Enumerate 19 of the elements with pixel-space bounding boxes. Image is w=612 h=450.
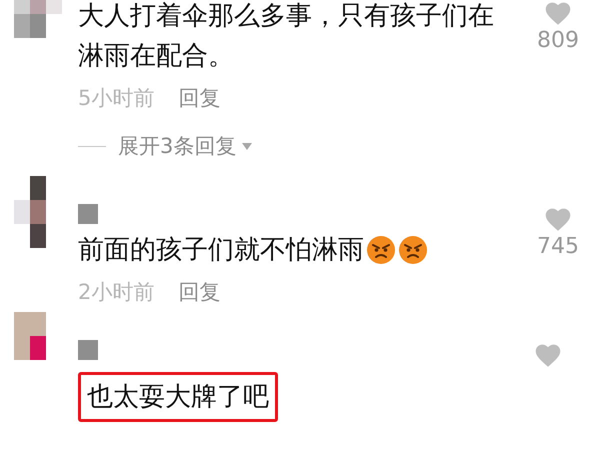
comment-time: 5小时前 (78, 85, 154, 112)
comment-time: 2小时前 (78, 279, 154, 306)
caret-icon (242, 142, 252, 150)
angry-face-icon (366, 235, 396, 265)
heart-icon[interactable] (534, 342, 562, 367)
heart-icon[interactable] (544, 206, 572, 231)
comment-text: 也太耍大牌了吧 (78, 372, 278, 422)
pixelated-avatar (14, 0, 62, 38)
expand-replies-button[interactable]: 展开3条回复 (118, 130, 252, 162)
like-count: 809 (537, 27, 579, 55)
angry-face-icon (398, 235, 428, 265)
comment-text: 大人打着伞那么多事，只有孩子们在淋雨在配合。 (78, 0, 495, 73)
username-placeholder (78, 340, 98, 360)
username-placeholder (78, 204, 98, 224)
comment-text: 前面的孩子们就不怕淋雨 (78, 230, 518, 270)
like-count: 745 (537, 233, 579, 261)
reply-button[interactable]: 回复 (178, 276, 220, 308)
heart-icon[interactable] (544, 0, 572, 25)
reply-button[interactable]: 回复 (178, 82, 220, 114)
